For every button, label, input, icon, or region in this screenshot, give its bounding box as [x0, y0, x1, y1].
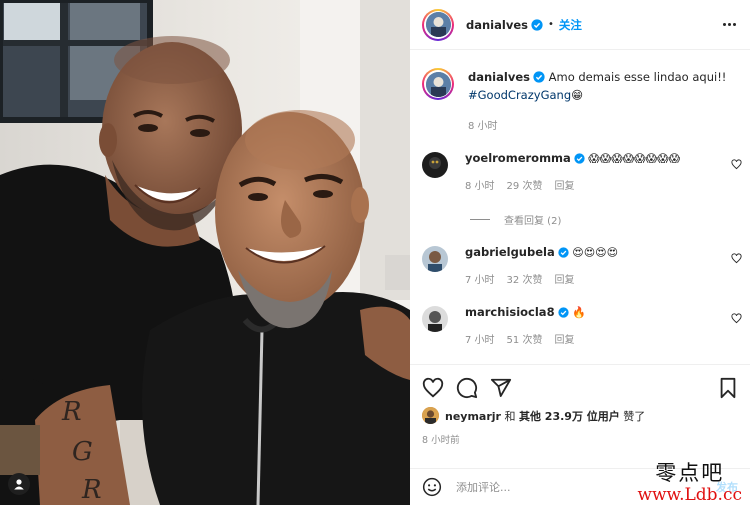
comment-like-count[interactable]: 32 次赞: [507, 271, 543, 286]
view-replies-label[interactable]: 查看回复 (2): [504, 212, 561, 227]
user-tag-button[interactable]: [8, 473, 30, 495]
reply-button[interactable]: 回复: [554, 177, 574, 192]
heart-icon[interactable]: [422, 377, 444, 399]
author-avatar[interactable]: [422, 8, 454, 41]
author-username[interactable]: danialves: [466, 18, 528, 32]
comment-item: yoelromeromma 😱😱😱😱😱😱😱😱 8 小时 29 次赞 回复: [410, 150, 750, 192]
commenter-avatar[interactable]: [422, 152, 448, 178]
comment-heart-icon[interactable]: [731, 253, 742, 264]
comment-heart-icon[interactable]: [731, 159, 742, 170]
reply-button[interactable]: 回复: [554, 331, 574, 346]
comment-time: 8 小时: [465, 181, 495, 192]
commenter-avatar[interactable]: [422, 306, 448, 332]
post-actions: neymarjr 和 其他 23.9万 位用户 赞了 8 小时前: [410, 364, 750, 446]
caption-author-avatar[interactable]: [422, 68, 454, 100]
more-icon: [723, 23, 726, 26]
watermark-title: 零点吧: [655, 461, 725, 485]
replies-divider: [470, 219, 490, 220]
svg-text:R: R: [81, 475, 102, 505]
verified-icon: [557, 307, 569, 318]
verified-icon: [533, 71, 545, 83]
post-header: danialves • 关注: [410, 0, 750, 50]
comments-scroll-area[interactable]: danialves Amo demais esse lindao aqui!! …: [410, 51, 750, 363]
comment-like-count[interactable]: 29 次赞: [507, 177, 543, 192]
commenter-avatar[interactable]: [422, 246, 448, 272]
caption-username[interactable]: danialves: [468, 70, 530, 84]
share-icon[interactable]: [490, 377, 512, 399]
likes-summary[interactable]: neymarjr 和 其他 23.9万 位用户 赞了: [422, 407, 738, 424]
svg-text:G: G: [72, 437, 93, 467]
commenter-username[interactable]: gabrielgubela: [465, 245, 555, 259]
verified-icon: [558, 247, 569, 258]
post-side-panel: danialves • 关注 danialves Amo demais esse…: [410, 0, 750, 505]
caption-time: 8 小时: [468, 121, 498, 132]
follow-button[interactable]: 关注: [559, 17, 582, 33]
comment-time: 7 小时: [465, 335, 495, 346]
liker-username[interactable]: neymarjr: [445, 410, 501, 423]
post-timestamp: 8 小时前: [422, 435, 460, 446]
verified-icon: [531, 18, 543, 31]
post-photo[interactable]: R G R: [0, 0, 410, 505]
caption-emoji: 😁: [571, 88, 584, 102]
site-watermark: 零点吧 www.Ldb.cc: [637, 461, 742, 505]
post-caption: danialves Amo demais esse lindao aqui!! …: [410, 51, 750, 136]
view-replies-button[interactable]: 查看回复 (2): [470, 212, 750, 227]
bookmark-icon[interactable]: [718, 377, 738, 399]
likes-connector: 和: [500, 409, 519, 423]
likes-suffix: 赞了: [619, 409, 646, 423]
separator-dot: •: [547, 19, 554, 30]
reply-button[interactable]: 回复: [554, 271, 574, 286]
comment-like-count[interactable]: 51 次赞: [507, 331, 543, 346]
liker-avatar[interactable]: [422, 407, 439, 424]
comment-item: marchisiocla8 🔥 7 小时 51 次赞 回复: [410, 304, 750, 346]
selfie-image: R G R: [0, 0, 410, 505]
user-tag-icon: [14, 479, 24, 490]
comment-heart-icon[interactable]: [731, 313, 742, 324]
svg-text:R: R: [61, 397, 82, 427]
likes-others[interactable]: 其他 23.9万 位用户: [519, 410, 620, 423]
comment-text: 🔥: [572, 306, 586, 319]
comment-text: 😍😍😍😍: [572, 246, 619, 259]
caption-text: Amo demais esse lindao aqui!!: [548, 70, 727, 84]
commenter-username[interactable]: yoelromeromma: [465, 151, 571, 165]
comment-icon[interactable]: [456, 377, 478, 399]
watermark-url: www.Ldb.cc: [637, 485, 742, 505]
commenter-username[interactable]: marchisiocla8: [465, 305, 555, 319]
more-options-button[interactable]: [723, 23, 736, 26]
comment-time: 7 小时: [465, 275, 495, 286]
verified-icon: [574, 153, 585, 164]
comment-item: gabrielgubela 😍😍😍😍 7 小时 32 次赞 回复: [410, 244, 750, 286]
emoji-icon[interactable]: [422, 477, 442, 497]
caption-hashtag[interactable]: #GoodCrazyGang: [468, 88, 571, 102]
comment-text: 😱😱😱😱😱😱😱😱: [588, 152, 681, 165]
